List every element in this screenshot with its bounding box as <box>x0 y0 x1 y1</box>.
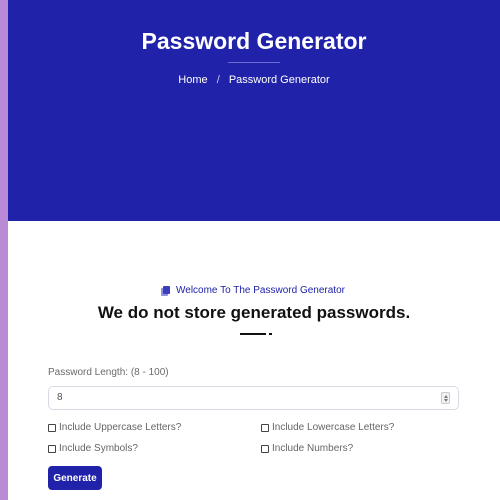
breadcrumb-separator: / <box>216 74 220 86</box>
breadcrumb-current: Password Generator <box>228 74 330 86</box>
length-stepper[interactable] <box>441 392 450 404</box>
numbers-label[interactable]: Include Numbers? <box>272 443 353 454</box>
welcome-text: Welcome To The Password Generator <box>176 285 345 296</box>
numbers-option[interactable]: Include Numbers? <box>261 443 353 454</box>
lowercase-checkbox[interactable] <box>261 423 269 432</box>
section-heading: We do not store generated passwords. <box>97 303 411 322</box>
heading-underline-dot <box>269 333 272 335</box>
welcome-tagline: Welcome To The Password Generator <box>8 285 500 296</box>
breadcrumb: Home / Password Generator <box>8 74 500 86</box>
lowercase-label[interactable]: Include Lowercase Letters? <box>272 422 394 433</box>
page-hero: Password Generator Home / Password Gener… <box>8 0 500 221</box>
uppercase-label[interactable]: Include Uppercase Letters? <box>59 422 181 433</box>
stepper-down-icon[interactable] <box>444 399 448 402</box>
symbols-label[interactable]: Include Symbols? <box>59 443 138 454</box>
stepper-up-icon[interactable] <box>444 395 448 398</box>
copy-icon <box>163 286 170 294</box>
lowercase-option[interactable]: Include Lowercase Letters? <box>261 422 394 433</box>
generator-section: Welcome To The Password Generator We do … <box>8 221 500 500</box>
page-title: Password Generator <box>141 28 367 54</box>
breadcrumb-home-link[interactable]: Home <box>178 74 207 86</box>
title-underline <box>228 62 280 63</box>
password-length-label: Password Length: (8 - 100) <box>48 367 169 378</box>
uppercase-option[interactable]: Include Uppercase Letters? <box>48 422 181 433</box>
left-edge-strip <box>0 0 8 500</box>
heading-underline <box>240 333 266 335</box>
uppercase-checkbox[interactable] <box>48 423 56 432</box>
symbols-checkbox[interactable] <box>48 444 56 453</box>
numbers-checkbox[interactable] <box>261 444 269 453</box>
generate-button[interactable]: Generate <box>48 466 102 490</box>
symbols-option[interactable]: Include Symbols? <box>48 443 138 454</box>
password-length-input[interactable]: 8 <box>48 386 459 410</box>
